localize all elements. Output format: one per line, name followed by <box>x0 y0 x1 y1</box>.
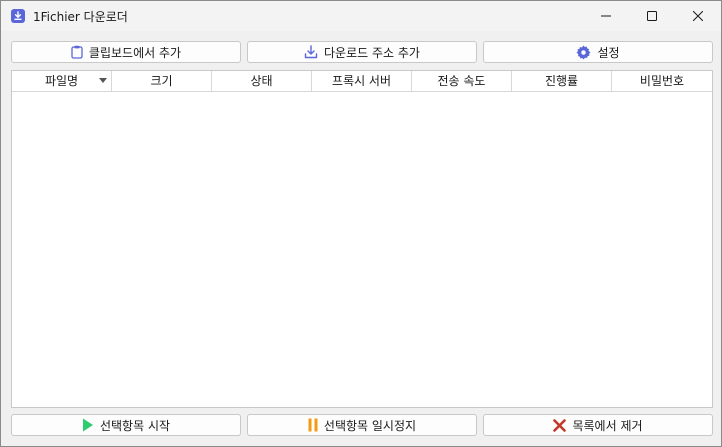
minimize-button[interactable] <box>583 1 629 31</box>
maximize-icon <box>647 11 657 21</box>
remove-from-list-button[interactable]: 목록에서 제거 <box>483 414 713 436</box>
column-header-status[interactable]: 상태 <box>212 71 312 91</box>
column-header-size[interactable]: 크기 <box>112 71 212 91</box>
app-window: 1Fichier 다운로더 클립보드에서 추가 다운로드 주소 추가 설정 파일… <box>0 0 722 447</box>
column-header-speed[interactable]: 전송 속도 <box>412 71 512 91</box>
column-header-progress[interactable]: 진행률 <box>512 71 612 91</box>
column-header-password[interactable]: 비밀번호 <box>612 71 712 91</box>
maximize-button[interactable] <box>629 1 675 31</box>
play-icon <box>82 418 94 432</box>
download-list-table[interactable]: 파일명 크기 상태 프록시 서버 전송 속도 진행률 비밀번호 <box>11 70 713 408</box>
download-app-icon <box>11 9 25 23</box>
remove-from-list-label: 목록에서 제거 <box>572 418 643 433</box>
add-download-url-button[interactable]: 다운로드 주소 추가 <box>247 41 477 63</box>
settings-button[interactable]: 설정 <box>483 41 713 63</box>
title-bar[interactable]: 1Fichier 다운로더 <box>1 1 721 31</box>
settings-label: 설정 <box>597 45 620 60</box>
download-icon <box>304 45 318 59</box>
add-download-url-label: 다운로드 주소 추가 <box>324 45 420 60</box>
sort-down-icon <box>99 78 107 83</box>
close-icon <box>693 11 703 21</box>
minimize-icon <box>601 15 611 17</box>
add-from-clipboard-label: 클립보드에서 추가 <box>88 45 182 60</box>
table-header: 파일명 크기 상태 프록시 서버 전송 속도 진행률 비밀번호 <box>12 71 712 92</box>
pause-icon <box>308 418 318 432</box>
clipboard-icon <box>71 45 83 59</box>
column-header-filename[interactable]: 파일명 <box>12 71 112 91</box>
close-button[interactable] <box>675 1 721 31</box>
pause-selected-button[interactable]: 선택항목 일시정지 <box>247 414 477 436</box>
add-from-clipboard-button[interactable]: 클립보드에서 추가 <box>11 41 241 63</box>
gear-icon <box>576 44 591 60</box>
start-selected-button[interactable]: 선택항목 시작 <box>11 414 241 436</box>
window-title: 1Fichier 다운로더 <box>33 10 128 24</box>
pause-selected-label: 선택항목 일시정지 <box>323 418 417 433</box>
start-selected-label: 선택항목 시작 <box>99 418 171 433</box>
close-x-icon <box>553 418 567 432</box>
column-header-proxy[interactable]: 프록시 서버 <box>312 71 412 91</box>
